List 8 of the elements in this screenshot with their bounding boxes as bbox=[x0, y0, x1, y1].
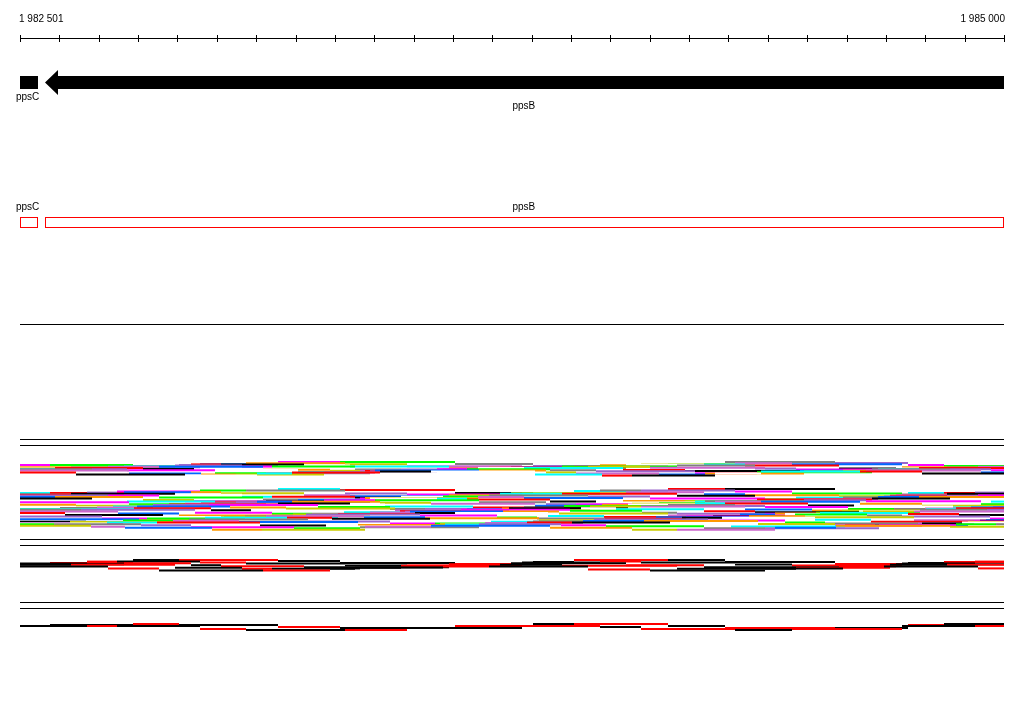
gene-label: ppsB bbox=[512, 201, 536, 213]
gene-block bbox=[20, 76, 38, 89]
gene-label: ppsB bbox=[512, 100, 536, 112]
coordinate-label: 1 985 000 bbox=[960, 12, 1005, 26]
gene-outline bbox=[20, 217, 38, 228]
gene-label: ppsC bbox=[16, 91, 40, 103]
gene-label: ppsC bbox=[16, 201, 40, 213]
coordinate-label: 1 982 501 bbox=[19, 12, 64, 26]
